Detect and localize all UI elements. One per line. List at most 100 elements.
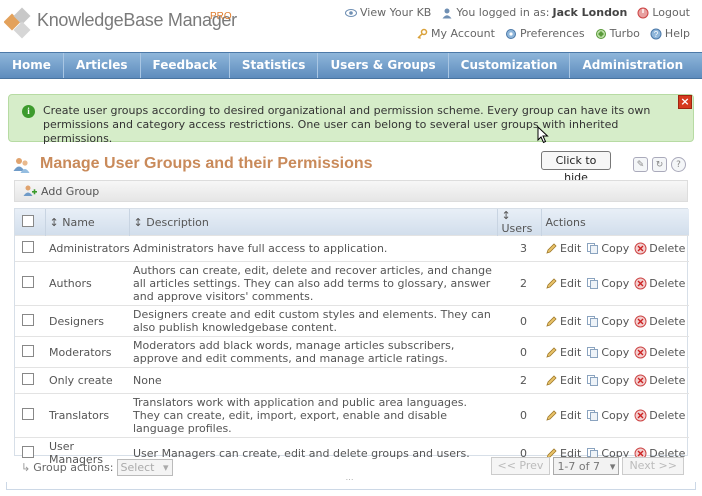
- delete-button[interactable]: Delete: [634, 409, 685, 422]
- group-name: Designers: [45, 305, 129, 337]
- group-user-count: 0: [497, 336, 541, 368]
- group-user-count: 3: [497, 235, 541, 262]
- row-checkbox[interactable]: [22, 408, 34, 420]
- pencil-icon: [546, 278, 557, 289]
- group-user-count: 2: [497, 261, 541, 306]
- group-description: Administrators have full access to appli…: [129, 235, 497, 262]
- group-actions: ↳ Group actions: Select ▾: [21, 459, 173, 476]
- copy-button[interactable]: Copy: [586, 315, 629, 328]
- page-select[interactable]: 1-7 of 7 ▾: [553, 457, 620, 475]
- edit-button[interactable]: Edit: [545, 242, 581, 255]
- delete-icon: [634, 277, 647, 290]
- edit-button[interactable]: Edit: [545, 346, 581, 359]
- help-icon: ?: [650, 28, 662, 39]
- view-kb-link[interactable]: View Your KB: [344, 6, 431, 19]
- logout-link[interactable]: Logout: [637, 6, 690, 19]
- nav-feedback[interactable]: Feedback: [141, 53, 230, 78]
- nav-users-groups[interactable]: Users & Groups: [318, 53, 449, 78]
- current-user-name[interactable]: Jack London: [552, 6, 627, 19]
- select-all-header: [15, 209, 46, 236]
- row-checkbox[interactable]: [22, 373, 34, 385]
- page-help-icon[interactable]: ?: [671, 157, 686, 172]
- group-name: Only create: [45, 367, 129, 394]
- group-user-count: 2: [497, 367, 541, 394]
- eye-icon: [344, 8, 357, 17]
- row-checkbox[interactable]: [22, 241, 34, 253]
- copy-icon: [587, 243, 599, 254]
- description-column-header[interactable]: ↕ Description: [129, 209, 498, 236]
- nav-administration[interactable]: Administration: [570, 53, 695, 78]
- key-icon: [417, 28, 428, 39]
- nav-customization[interactable]: Customization: [449, 53, 571, 78]
- delete-icon: [634, 315, 647, 327]
- app-logo-icon: [4, 7, 31, 39]
- group-name: Translators: [45, 393, 129, 438]
- page-title: Manage User Groups and their Permissions: [40, 155, 373, 172]
- edit-button[interactable]: Edit: [545, 374, 581, 387]
- app-header: KnowledgeBase Manager PRO View Your KB Y…: [0, 0, 702, 50]
- select-all-checkbox[interactable]: [22, 214, 34, 227]
- copy-icon: [587, 410, 599, 421]
- row-checkbox[interactable]: [22, 344, 34, 357]
- group-description: Translators work with application and pu…: [129, 393, 497, 438]
- copy-button[interactable]: Copy: [586, 374, 629, 387]
- help-link[interactable]: ? Help: [650, 27, 690, 40]
- group-name: Moderators: [45, 336, 129, 368]
- copy-button[interactable]: Copy: [586, 346, 629, 359]
- groups-table: ↕ Name ↕ Description ↕ Users Actions Adm…: [15, 209, 689, 469]
- preferences-icon: [505, 28, 516, 39]
- my-account-link[interactable]: My Account: [416, 27, 495, 40]
- edit-button[interactable]: Edit: [545, 315, 581, 328]
- group-name: Authors: [45, 261, 129, 306]
- copy-button[interactable]: Copy: [586, 409, 629, 422]
- hide-tooltip: Click to hide: [541, 151, 611, 184]
- logged-in-info: You logged in as: Jack London: [441, 6, 627, 19]
- delete-icon: [634, 346, 647, 358]
- table-row: Moderators Moderators add black words, m…: [15, 336, 689, 368]
- edit-button[interactable]: Edit: [545, 277, 581, 290]
- copy-icon: [587, 375, 599, 386]
- refresh-icon[interactable]: ↻: [652, 157, 667, 172]
- copy-icon: [587, 346, 599, 358]
- group-actions-select[interactable]: Select ▾: [116, 459, 173, 476]
- delete-button[interactable]: Delete: [634, 277, 685, 290]
- pencil-icon: [546, 346, 557, 358]
- table-row: Only create None 2 Edit Copy Delete: [15, 367, 689, 394]
- edit-button[interactable]: Edit: [545, 409, 581, 422]
- nav-home[interactable]: Home: [0, 53, 64, 78]
- delete-button[interactable]: Delete: [634, 374, 685, 387]
- table-row: Translators Translators work with applic…: [15, 393, 689, 438]
- user-icon: [442, 8, 452, 18]
- app-name: KnowledgeBase Manager: [37, 10, 237, 30]
- delete-button[interactable]: Delete: [634, 346, 685, 359]
- turbo-icon: [595, 28, 606, 39]
- prev-page-button[interactable]: << Prev: [490, 457, 551, 475]
- edit-page-icon[interactable]: ✎: [633, 157, 648, 172]
- nav-articles[interactable]: Articles: [64, 53, 141, 78]
- row-checkbox[interactable]: [22, 313, 34, 326]
- power-icon: [637, 7, 649, 18]
- nav-statistics[interactable]: Statistics: [230, 53, 319, 78]
- table-row: Authors Authors can create, edit, delete…: [15, 261, 689, 306]
- preferences-link[interactable]: Preferences: [505, 27, 585, 40]
- delete-button[interactable]: Delete: [634, 242, 685, 255]
- group-description: Authors can create, edit, delete and rec…: [129, 261, 497, 306]
- title-tools: ✎ ↻ ?: [633, 157, 686, 172]
- name-column-header[interactable]: ↕ Name: [45, 209, 130, 236]
- copy-icon: [587, 315, 599, 327]
- users-column-header[interactable]: ↕ Users: [497, 209, 542, 236]
- close-info-button[interactable]: ×: [678, 95, 692, 109]
- pencil-icon: [546, 315, 557, 327]
- group-description: Designers create and edit custom styles …: [129, 305, 497, 337]
- copy-button[interactable]: Copy: [586, 242, 629, 255]
- next-page-button[interactable]: Next >>: [622, 457, 684, 475]
- pencil-icon: [546, 243, 557, 254]
- row-checkbox[interactable]: [22, 276, 34, 288]
- group-actions-arrow-icon: ↳: [21, 461, 31, 474]
- top-links-row-1: View Your KB You logged in as: Jack Lond…: [344, 6, 690, 19]
- add-group-button[interactable]: Add Group: [23, 184, 99, 198]
- delete-button[interactable]: Delete: [634, 315, 685, 328]
- turbo-link[interactable]: Turbo: [595, 27, 640, 40]
- copy-button[interactable]: Copy: [586, 277, 629, 290]
- add-group-icon: [23, 185, 37, 196]
